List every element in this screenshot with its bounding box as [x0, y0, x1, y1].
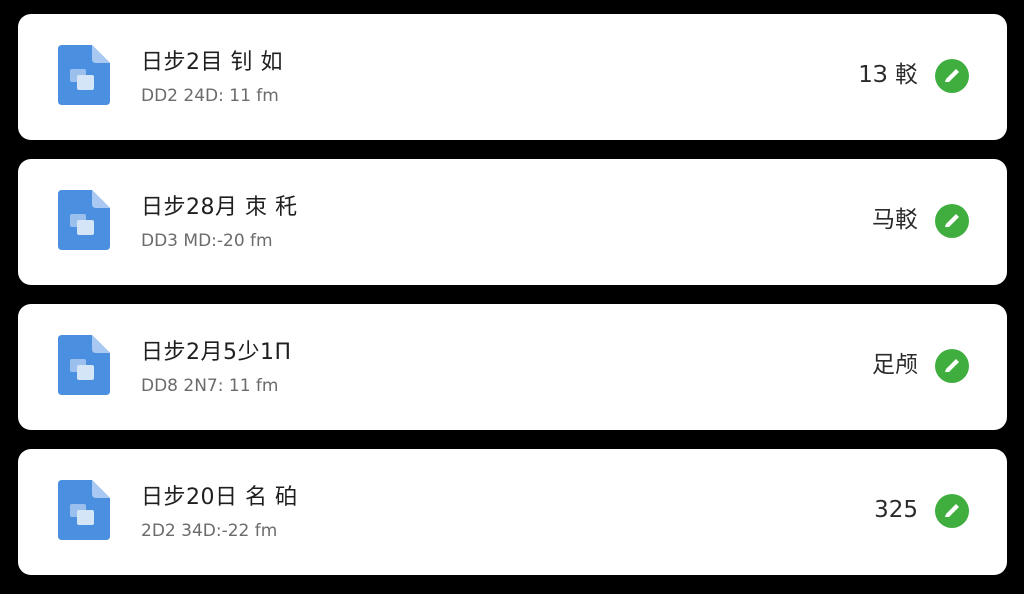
item-title: 日步20日 名 砶: [141, 485, 298, 510]
list-item[interactable]: 日步2目 钊 如 DD2 24D: 11 fm 1З 䡈: [18, 14, 1007, 140]
item-title: 日步2月5少1П: [141, 340, 292, 365]
item-value: 1З 䡈: [858, 62, 918, 88]
item-value: 325: [874, 497, 918, 523]
document-icon: [58, 480, 110, 540]
check-icon: [935, 59, 969, 93]
check-icon: [935, 494, 969, 528]
item-value: 足颅: [872, 352, 918, 378]
check-icon: [935, 349, 969, 383]
item-subtitle: DD3 MD:-20 fm: [141, 231, 273, 251]
document-icon: [58, 335, 110, 395]
document-icon: [58, 45, 110, 105]
item-value: 马䡈: [872, 207, 918, 233]
check-icon: [935, 204, 969, 238]
item-title: 日步28月 朿 秅: [141, 195, 298, 220]
item-title: 日步2目 钊 如: [141, 50, 283, 75]
document-icon: [58, 190, 110, 250]
item-subtitle: DD8 2N7: 11 fm: [141, 376, 279, 396]
list-item[interactable]: 日步28月 朿 秅 DD3 MD:-20 fm 马䡈: [18, 159, 1007, 285]
item-subtitle: 2D2 34D:-22 fm: [141, 521, 278, 541]
item-subtitle: DD2 24D: 11 fm: [141, 86, 279, 106]
list-item[interactable]: 日步2月5少1П DD8 2N7: 11 fm 足颅: [18, 304, 1007, 430]
list-item[interactable]: 日步20日 名 砶 2D2 34D:-22 fm 325: [18, 449, 1007, 575]
file-list: 日步2目 钊 如 DD2 24D: 11 fm 1З 䡈 日步28月 朿 秅 D…: [18, 14, 1007, 594]
